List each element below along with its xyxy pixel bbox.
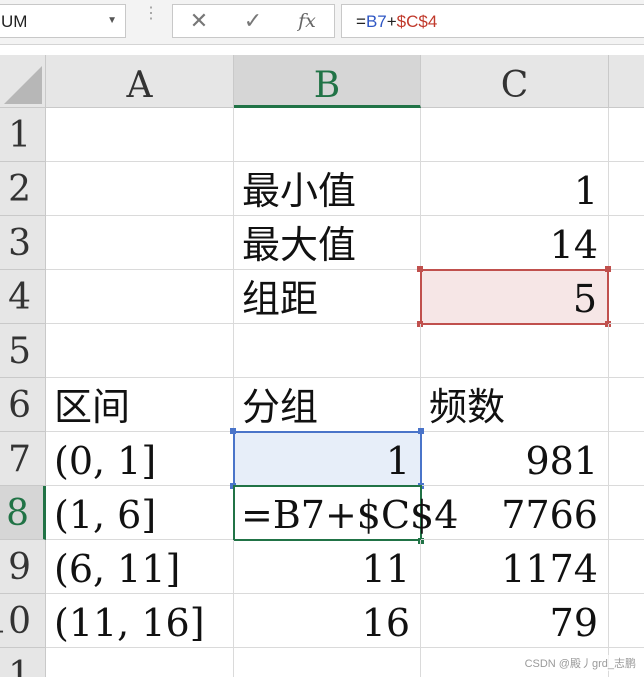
row-label: 9 xyxy=(8,547,31,588)
cell-d5[interactable] xyxy=(609,324,644,378)
cell-b6[interactable]: 分组 xyxy=(234,378,421,432)
select-all-button[interactable] xyxy=(0,55,46,108)
row-label: 3 xyxy=(8,223,31,264)
formula-prefix: = xyxy=(356,12,366,31)
insert-function-button[interactable]: fx xyxy=(281,5,333,37)
column-header-d[interactable] xyxy=(609,55,644,108)
cell-d2[interactable] xyxy=(609,162,644,216)
cell-c8[interactable]: 7766 xyxy=(421,486,609,540)
row-label: 4 xyxy=(8,277,31,318)
column-header-b[interactable]: B xyxy=(234,55,421,108)
cell-a3[interactable] xyxy=(46,216,234,270)
formula-text: =B7+$C$4 xyxy=(356,12,437,32)
watermark: CSDN @殿丿grd_志鹏 xyxy=(522,655,638,671)
cell-a5[interactable] xyxy=(46,324,234,378)
cell-d4[interactable] xyxy=(609,270,644,324)
formula-ref-c4: $C$4 xyxy=(396,12,438,31)
row-header-1[interactable]: 1 xyxy=(0,108,46,162)
row-header-5[interactable]: 5 xyxy=(0,324,46,378)
cell-c2[interactable]: 1 xyxy=(421,162,609,216)
cell-a10[interactable]: (11, 16] xyxy=(46,594,234,648)
cell-b4[interactable]: 组距 xyxy=(234,270,421,324)
cell-a2[interactable] xyxy=(46,162,234,216)
row-label: 2 xyxy=(8,169,31,210)
row-header-8[interactable]: 8 xyxy=(0,486,46,540)
cell-c7[interactable]: 981 xyxy=(421,432,609,486)
row-header-2[interactable]: 2 xyxy=(0,162,46,216)
cell-a9[interactable]: (6, 11] xyxy=(46,540,234,594)
formula-input[interactable]: =B7+$C$4 xyxy=(341,4,644,38)
cell-b3[interactable]: 最大值 xyxy=(234,216,421,270)
name-box-value: UM xyxy=(1,12,28,31)
cell-a1[interactable] xyxy=(46,108,234,162)
row-label: 10 xyxy=(0,601,31,642)
select-all-triangle-icon xyxy=(4,66,42,104)
cell-d10[interactable] xyxy=(609,594,644,648)
column-header-a[interactable]: A xyxy=(46,55,234,108)
cell-b8-editing[interactable]: =B7+$C$4 xyxy=(233,485,458,541)
row-header-3[interactable]: 3 xyxy=(0,216,46,270)
worksheet-grid: A B C 1 2 3 4 5 6 7 8 9 10 1 最小值 1 最大值 1… xyxy=(0,55,644,677)
cell-d6[interactable] xyxy=(609,378,644,432)
row-header-11[interactable]: 1 xyxy=(0,648,46,677)
cell-b9[interactable]: 11 xyxy=(234,540,421,594)
row-label: 1 xyxy=(8,115,31,156)
fx-label: fx xyxy=(298,10,316,32)
row-label: 1 xyxy=(8,655,31,677)
cell-d1[interactable] xyxy=(609,108,644,162)
row-label: 6 xyxy=(8,385,31,426)
row-header-10[interactable]: 10 xyxy=(0,594,46,648)
cell-c1[interactable] xyxy=(421,108,609,162)
cell-b7[interactable]: 1 xyxy=(233,431,422,487)
cell-c4[interactable]: 5 xyxy=(420,269,609,325)
cell-c9[interactable]: 1174 xyxy=(421,540,609,594)
column-label-b: B xyxy=(313,65,341,106)
column-label-c: C xyxy=(500,65,529,106)
row-label: 7 xyxy=(8,439,31,480)
cell-c10[interactable]: 79 xyxy=(421,594,609,648)
cell-c5[interactable] xyxy=(421,324,609,378)
cell-c3[interactable]: 14 xyxy=(421,216,609,270)
check-icon[interactable]: ✓ xyxy=(227,5,279,37)
name-box[interactable]: UM ▼ xyxy=(0,4,126,38)
cell-a11[interactable] xyxy=(46,648,234,677)
column-label-a: A xyxy=(126,65,153,106)
cell-a7[interactable]: (0, 1] xyxy=(46,432,234,486)
cell-d3[interactable] xyxy=(609,216,644,270)
more-options-icon[interactable]: ⋮ xyxy=(143,6,159,22)
formula-bar: UM ▼ ⋮ ✕ ✓ fx =B7+$C$4 xyxy=(0,0,644,45)
cell-b10[interactable]: 16 xyxy=(234,594,421,648)
cell-a6[interactable]: 区间 xyxy=(46,378,234,432)
close-icon[interactable]: ✕ xyxy=(173,5,225,37)
row-header-4[interactable]: 4 xyxy=(0,270,46,324)
reference-handle[interactable] xyxy=(417,266,423,272)
reference-handle[interactable] xyxy=(230,428,236,434)
cell-a8[interactable]: (1, 6] xyxy=(46,486,234,540)
cell-d9[interactable] xyxy=(609,540,644,594)
formula-ref-b7: B7 xyxy=(365,12,387,31)
row-label: 8 xyxy=(6,493,29,534)
chevron-down-icon[interactable]: ▼ xyxy=(107,15,117,26)
row-header-7[interactable]: 7 xyxy=(0,432,46,486)
cell-b2[interactable]: 最小值 xyxy=(234,162,421,216)
column-header-c[interactable]: C xyxy=(421,55,609,108)
cell-b11[interactable] xyxy=(234,648,421,677)
row-label: 5 xyxy=(8,331,31,372)
formula-operator: + xyxy=(386,12,397,31)
cell-d7[interactable] xyxy=(609,432,644,486)
cell-d8[interactable] xyxy=(609,486,644,540)
cell-c6[interactable]: 频数 xyxy=(421,378,609,432)
spreadsheet-window: UM ▼ ⋮ ✕ ✓ fx =B7+$C$4 A B C 1 2 3 4 5 6 xyxy=(0,0,644,677)
cell-b1[interactable] xyxy=(234,108,421,162)
row-header-9[interactable]: 9 xyxy=(0,540,46,594)
cell-b5[interactable] xyxy=(234,324,421,378)
formula-buttons: ✕ ✓ fx xyxy=(172,4,335,38)
cell-a4[interactable] xyxy=(46,270,234,324)
row-header-6[interactable]: 6 xyxy=(0,378,46,432)
